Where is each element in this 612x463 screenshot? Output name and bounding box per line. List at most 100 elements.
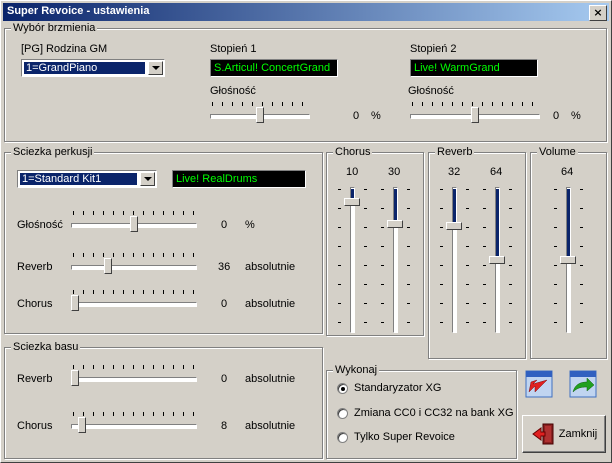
reverb-slider-2[interactable] [483,185,512,335]
perkusja-kit-display: Live! RealDrums [172,170,306,188]
group-volume: Volume 64 [530,146,607,359]
bas-chorus-slider[interactable] [69,412,199,440]
bas-reverb-unit: absolutnie [245,373,296,385]
perkusja-glosnosc-slider[interactable] [69,211,199,239]
stopien1-volume-label: Głośność [210,85,256,97]
bas-chorus-label: Chorus [17,420,53,432]
perkusja-glosnosc-unit: % [245,219,255,231]
bas-reverb-slider[interactable] [69,365,199,393]
group-sciezka-perkusji: Sciezka perkusji 1=Standard Kit1 Live! R… [4,146,323,334]
radio-label: Tylko Super Revoice [354,431,455,443]
stopien1-display: S.Articul! ConcertGrand [210,59,338,77]
perkusja-chorus-unit: absolutnie [245,298,296,310]
group-wykonaj: Wykonaj Standaryzator XG Zmiana CC0 i CC… [326,364,517,459]
bas-reverb-label: Reverb [17,373,53,385]
slider-thumb[interactable] [130,216,138,232]
stopien1-volume-value: 0 [353,110,360,122]
radio-button[interactable] [337,382,348,394]
slider-track [71,377,197,382]
slider-ticks [73,290,195,294]
window-title: Super Revoice - ustawienia [7,5,150,17]
group-legend: Sciezka perkusji [11,146,95,158]
slider-thumb[interactable] [471,107,479,123]
perkusja-glosnosc-value: 0 [221,219,228,231]
perkusja-kit-combo[interactable]: 1=Standard Kit1 [17,170,157,188]
perkusja-reverb-slider[interactable] [69,253,199,281]
group-legend: Wybór brzmienia [11,22,98,34]
radio-standaryzator[interactable]: Standaryzator XG [337,382,441,394]
perkusja-reverb-label: Reverb [17,261,53,273]
chorus-slider-1[interactable] [338,185,367,335]
radio-label: Standaryzator XG [354,382,442,394]
stopien2-display: Live! WarmGrand [410,59,538,77]
slider-thumb[interactable] [78,417,87,433]
group-legend: Wykonaj [333,364,380,376]
slider-thumb[interactable] [71,370,79,386]
reverb-slider-1[interactable] [440,185,469,335]
radio-zmiana-cc[interactable]: Zmiana CC0 i CC32 na bank XG [337,407,514,419]
slider-ticks [509,189,512,331]
title-bar[interactable]: Super Revoice - ustawienia × [3,3,609,21]
slider-ticks [381,189,384,331]
stopien2-volume-slider[interactable] [408,102,542,130]
slider-ticks [483,189,486,331]
undo-button[interactable] [525,370,553,398]
redo-arrow-icon [569,370,597,398]
zamknij-label: Zamknij [558,428,598,440]
slider-fill [496,189,499,256]
slider-track [71,265,197,270]
redo-button[interactable] [569,370,597,398]
undo-arrow-icon [525,370,553,398]
slider-fill [351,189,354,199]
slider-ticks [412,102,538,106]
slider-track [71,302,197,307]
radio-button[interactable] [337,407,348,419]
stopien1-volume-slider[interactable] [208,102,312,130]
slider-thumb[interactable] [344,198,360,207]
slider-thumb[interactable] [489,256,505,264]
close-button[interactable]: × [589,5,607,21]
slider-thumb[interactable] [560,256,576,264]
bas-reverb-value: 0 [221,373,228,385]
stopien1-label: Stopień 1 [210,43,257,55]
reverb-value-2: 64 [490,166,503,178]
exit-door-icon [531,423,554,445]
radio-button[interactable] [337,431,348,443]
slider-fill [394,189,397,221]
slider-thumb[interactable] [256,107,264,123]
chevron-down-icon[interactable] [148,61,163,75]
slider-ticks [73,211,195,215]
zamknij-button[interactable]: Zamknij [522,415,606,453]
slider-thumb[interactable] [446,221,462,230]
group-legend: Chorus [333,146,373,158]
perkusja-glosnosc-label: Głośność [17,219,63,231]
perkusja-chorus-slider[interactable] [69,290,199,318]
chorus-slider-2[interactable] [381,185,410,335]
stopien2-label: Stopień 2 [410,43,457,55]
perkusja-kit-value: 1=Standard Kit1 [20,173,137,185]
stopien1-volume-unit: % [371,110,381,122]
slider-track [71,424,197,429]
chevron-down-icon[interactable] [140,172,155,186]
volume-value-1: 64 [561,166,574,178]
reverb-value-1: 32 [448,166,461,178]
chorus-value-1: 10 [346,166,359,178]
rodzina-combo-value: 1=GrandPiano [24,62,145,74]
slider-track [350,187,355,333]
group-legend: Sciezka basu [11,341,81,353]
group-legend: Volume [537,146,578,158]
slider-fill [567,189,570,256]
slider-ticks [338,189,341,331]
slider-ticks [73,365,195,369]
group-wybor-brzmienia: Wybór brzmienia [PG] Rodzina GM 1=GrandP… [4,22,607,142]
rodzina-combo[interactable]: 1=GrandPiano [21,59,165,77]
perkusja-chorus-label: Chorus [17,298,53,310]
volume-slider-1[interactable] [554,185,583,335]
radio-tylko-super-revoice[interactable]: Tylko Super Revoice [337,431,455,443]
slider-thumb[interactable] [71,295,79,311]
perkusja-reverb-unit: absolutnie [245,261,296,273]
chorus-value-2: 30 [388,166,401,178]
slider-thumb[interactable] [387,220,403,229]
slider-thumb[interactable] [104,258,113,274]
slider-ticks [554,189,557,331]
